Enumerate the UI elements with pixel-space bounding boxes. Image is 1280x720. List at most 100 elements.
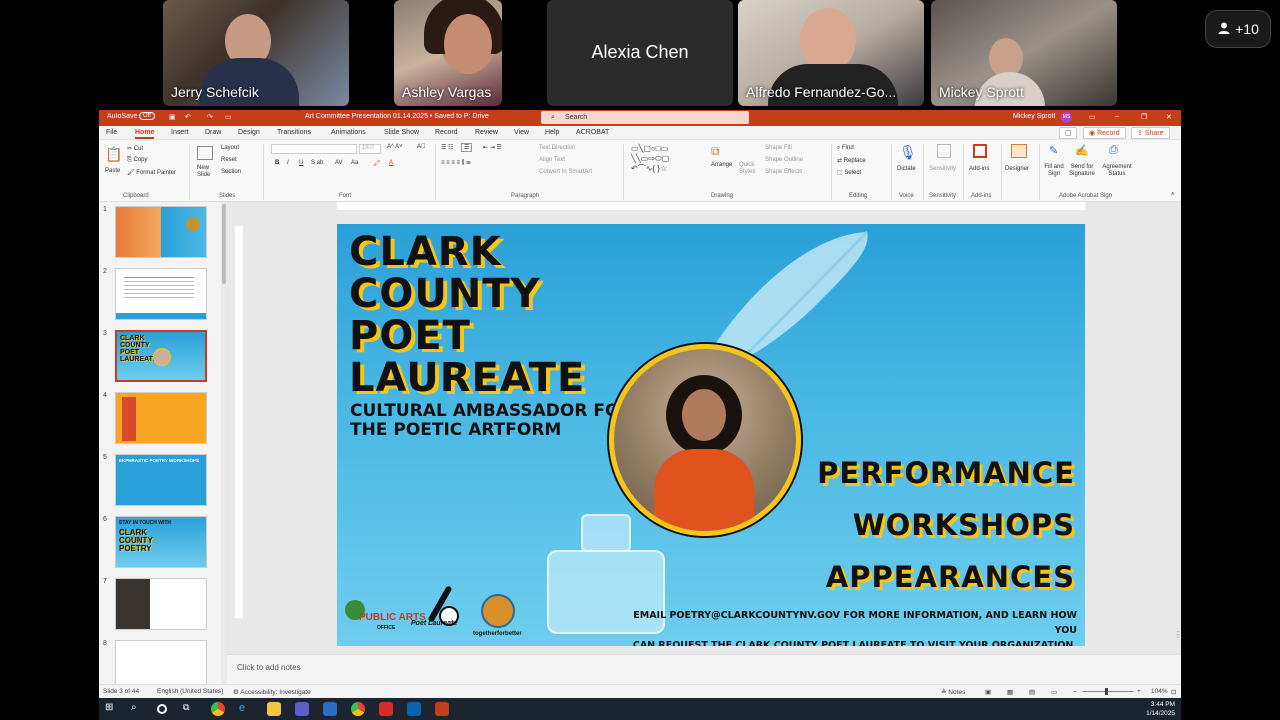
file-explorer-icon[interactable]: [267, 702, 281, 716]
windows-start-icon[interactable]: ⊞: [105, 702, 119, 716]
tab-insert[interactable]: Insert: [171, 129, 189, 136]
sensitivity-button[interactable]: Sensitivity: [929, 166, 956, 172]
tab-home[interactable]: Home: [135, 129, 155, 139]
notes-toggle[interactable]: ≜ Notes: [941, 688, 965, 696]
highlight-color-button[interactable]: 🖍: [373, 160, 381, 167]
agreement-status-button[interactable]: Agreement Status: [1099, 164, 1135, 178]
video-tile-alexia[interactable]: Alexia Chen: [547, 0, 733, 106]
zoom-in-icon[interactable]: +: [1137, 688, 1141, 695]
slide-thumbnail-6[interactable]: STAY IN TOUCH WITH CLARK COUNTY POETRY: [115, 516, 207, 568]
shape-outline-button[interactable]: Shape Outline: [765, 157, 803, 163]
change-case-button[interactable]: Aa: [351, 160, 358, 166]
cut-button[interactable]: ✂ Cut: [127, 145, 143, 152]
zoom-slider[interactable]: [1083, 691, 1133, 692]
addins-icon[interactable]: [973, 144, 987, 158]
zoom-slider-thumb[interactable]: [1105, 688, 1108, 695]
copy-button[interactable]: ⎘ Copy: [127, 157, 147, 164]
paste-icon[interactable]: 📋: [105, 146, 122, 163]
tab-help[interactable]: Help: [545, 129, 559, 136]
slide-thumbnail-2[interactable]: [115, 268, 207, 320]
underline-button[interactable]: U: [299, 160, 303, 166]
zoom-out-icon[interactable]: –: [1073, 688, 1077, 695]
record-button[interactable]: ◉ Record: [1083, 127, 1126, 139]
shape-effects-button[interactable]: Shape Effects: [765, 169, 802, 175]
reset-button[interactable]: Reset: [221, 157, 237, 163]
shape-fill-button[interactable]: Shape Fill: [765, 145, 792, 151]
microphone-icon[interactable]: 🎙: [899, 144, 917, 161]
minimize-icon[interactable]: –: [1115, 113, 1119, 120]
tab-record[interactable]: Record: [435, 129, 458, 136]
save-icon[interactable]: ▣: [169, 113, 176, 121]
video-tile-alfredo[interactable]: Alfredo Fernandez-Go...: [738, 0, 924, 106]
slide-thumbnail-7[interactable]: [115, 578, 207, 630]
new-slide-button[interactable]: New Slide: [197, 165, 213, 179]
paste-button[interactable]: Paste: [105, 168, 120, 174]
numbering-icon[interactable]: ☰: [461, 143, 473, 152]
tab-design[interactable]: Design: [238, 129, 260, 136]
document-title[interactable]: Art Committee Presentation 01.14.2025 • …: [305, 113, 489, 120]
normal-view-icon[interactable]: ▣: [985, 688, 991, 696]
ribbon-display-icon[interactable]: ▭: [1089, 113, 1096, 121]
video-tile-ashley[interactable]: Ashley Vargas: [394, 0, 502, 106]
task-view-icon[interactable]: ⧉: [183, 702, 197, 716]
arrange-button[interactable]: Arrange: [711, 162, 732, 168]
fill-sign-button[interactable]: Fill and Sign: [1043, 164, 1065, 178]
splitter-handle-icon[interactable]: ⋮: [1174, 630, 1182, 639]
tab-slide-show[interactable]: Slide Show: [384, 129, 419, 136]
align-text-button[interactable]: Align Text: [539, 157, 565, 163]
edge-icon[interactable]: e: [239, 702, 253, 716]
slide-canvas[interactable]: CLARK COUNTY POET LAUREATE CULTURAL AMBA…: [337, 224, 1085, 646]
addins-button[interactable]: Add-ins: [969, 166, 989, 172]
tab-transitions[interactable]: Transitions: [277, 129, 311, 136]
slideshow-view-icon[interactable]: ▭: [1051, 688, 1057, 696]
reading-view-icon[interactable]: ▤: [1029, 688, 1035, 696]
language-status[interactable]: English (United States): [157, 688, 223, 695]
bullets-icon[interactable]: ☰ ☷: [441, 144, 453, 151]
sorter-view-icon[interactable]: ▦: [1007, 688, 1013, 696]
scroll-thumb[interactable]: [222, 204, 226, 284]
chrome-icon-2[interactable]: [351, 702, 365, 716]
arrange-icon[interactable]: ⧉: [711, 144, 720, 159]
slide-thumbnail-4[interactable]: [115, 392, 207, 444]
send-signature-icon[interactable]: ✍: [1075, 144, 1089, 157]
outlook-icon-2[interactable]: [407, 702, 421, 716]
video-tile-jerry[interactable]: Jerry Schefcik: [163, 0, 349, 106]
slide-thumbnail-8[interactable]: [115, 640, 207, 684]
search-taskbar-icon[interactable]: ⌕: [131, 702, 145, 716]
tab-review[interactable]: Review: [475, 129, 498, 136]
find-button[interactable]: ⌕ Find: [837, 145, 854, 152]
designer-icon[interactable]: [1011, 144, 1027, 158]
fit-to-window-icon[interactable]: ⊡: [1171, 688, 1176, 696]
format-painter-button[interactable]: 🖌 Format Painter: [127, 169, 176, 176]
notes-pane[interactable]: Click to add notes: [227, 654, 1181, 684]
redo-icon[interactable]: ↷: [207, 113, 213, 121]
tab-view[interactable]: View: [514, 129, 529, 136]
designer-button[interactable]: Designer: [1005, 166, 1029, 172]
new-slide-icon[interactable]: [197, 146, 213, 160]
more-participants-button[interactable]: +10: [1205, 10, 1271, 48]
slide-thumbnail-5[interactable]: EKPHRASTIC POETRY WORKSHOPS: [115, 454, 207, 506]
select-button[interactable]: ⬚ Select: [837, 169, 861, 176]
font-family-select[interactable]: [271, 144, 357, 154]
present-icon[interactable]: ▭: [225, 113, 232, 121]
strikethrough-button[interactable]: S ab: [311, 160, 323, 166]
fill-sign-icon[interactable]: ✎: [1049, 144, 1058, 157]
share-button[interactable]: ⇪ Share: [1131, 127, 1170, 139]
font-grow-icon[interactable]: A^ A˅: [387, 144, 403, 150]
tab-draw[interactable]: Draw: [205, 129, 221, 136]
replace-button[interactable]: ⇄ Replace: [837, 157, 866, 164]
system-clock[interactable]: 3:44 PM 1/14/2025: [1146, 700, 1175, 718]
slide-thumbnail-3[interactable]: CLARK COUNTY POET LAUREATE: [115, 330, 207, 382]
undo-icon[interactable]: ↶: [185, 113, 191, 121]
layout-button[interactable]: Layout: [221, 145, 239, 151]
bold-button[interactable]: B: [275, 160, 279, 166]
collapse-ribbon-icon[interactable]: ˄: [1171, 192, 1175, 198]
shapes-gallery[interactable]: ▭╲▢○□▭ ╲╲▭⇨⬭▢ ↶⌒∿{ }☆: [631, 144, 669, 174]
indent-icon[interactable]: ⇤ ⇥ ☰: [483, 144, 502, 151]
font-size-select[interactable]: 18.0: [359, 144, 381, 154]
chrome-icon[interactable]: [211, 702, 225, 716]
convert-smartart-button[interactable]: Convert to SmartArt: [539, 169, 592, 175]
maximize-icon[interactable]: ❐: [1141, 113, 1147, 121]
close-icon[interactable]: ✕: [1166, 113, 1172, 121]
teams-icon[interactable]: [295, 702, 309, 716]
